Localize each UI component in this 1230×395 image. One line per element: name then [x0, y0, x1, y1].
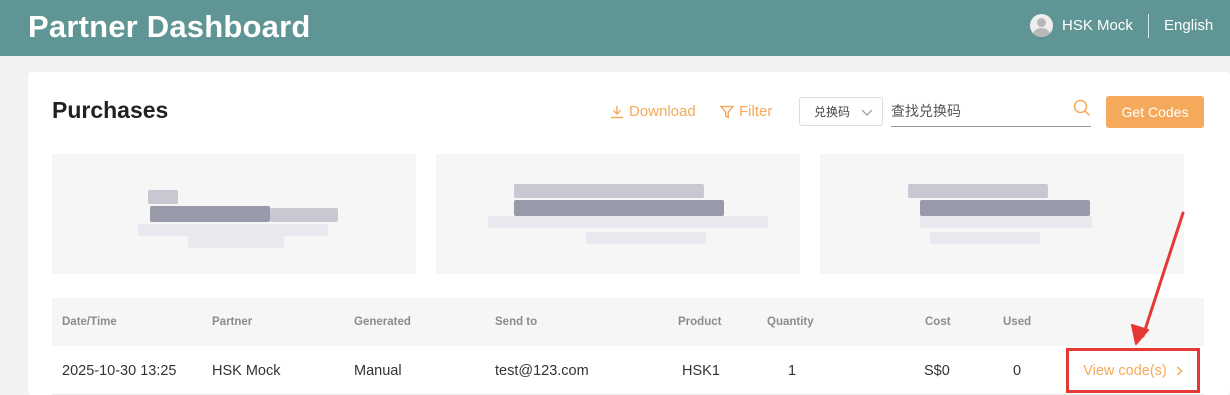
column-header: Partner [212, 316, 253, 328]
redacted-block [930, 232, 1040, 244]
chevron-down-icon [861, 109, 873, 116]
brand-title: Partner Dashboard [28, 9, 311, 44]
page-title: Purchases [52, 97, 169, 123]
stat-card [436, 154, 800, 274]
cell-generated: Manual [354, 363, 402, 379]
cell-send-to: test@123.com [495, 363, 589, 379]
top-bar: Partner Dashboard HSK Mock English [0, 0, 1230, 56]
redacted-block [920, 200, 1090, 216]
get-codes-button[interactable]: Get Codes [1106, 96, 1204, 128]
user-name: HSK Mock [1062, 16, 1133, 34]
cell-cost: S$0 [924, 363, 950, 379]
filter-icon [720, 105, 734, 119]
redacted-block [188, 236, 284, 248]
redacted-block [586, 232, 706, 244]
cell-partner: HSK Mock [212, 363, 281, 379]
view-codes-button[interactable]: View code(s) [1066, 348, 1200, 393]
download-icon [611, 105, 623, 118]
chevron-right-icon [1176, 365, 1183, 376]
column-header: Product [678, 316, 722, 328]
search-type-value: 兑换码 [814, 105, 851, 119]
column-header: Send to [495, 316, 538, 328]
stat-card [52, 154, 416, 274]
purchases-card: Purchases Download Filter 兑换码 Get Codes [28, 72, 1230, 395]
download-button[interactable]: Download [610, 103, 696, 120]
column-header: Cost [925, 316, 951, 328]
language-switch[interactable]: English [1164, 17, 1213, 34]
table-header: Date/Time Partner Generated Send to Prod… [52, 298, 1204, 346]
redacted-block [150, 206, 270, 222]
redacted-block [138, 224, 328, 236]
filter-button[interactable]: Filter [720, 103, 772, 120]
cell-datetime: 2025-10-30 13:25 [62, 363, 177, 379]
redacted-block [908, 184, 1048, 198]
search-input[interactable] [891, 98, 1063, 124]
stat-card [820, 154, 1184, 274]
redacted-block [148, 190, 178, 204]
column-header: Generated [354, 316, 411, 328]
redacted-block [514, 184, 704, 198]
search-field [891, 98, 1091, 127]
redacted-block [514, 200, 724, 216]
column-header: Used [1003, 316, 1032, 328]
cell-product: HSK1 [682, 363, 720, 379]
table-row: 2025-10-30 13:25 HSK Mock Manual test@12… [52, 346, 1204, 395]
search-type-select[interactable]: 兑换码 [799, 97, 883, 126]
column-header: Date/Time [62, 316, 117, 328]
cell-used: 0 [1013, 363, 1022, 379]
avatar-icon [1030, 13, 1053, 37]
view-codes-label: View code(s) [1083, 362, 1167, 379]
redacted-block [488, 216, 768, 228]
user-menu[interactable]: HSK Mock [1030, 13, 1133, 37]
header-divider [1148, 14, 1149, 38]
filter-label: Filter [739, 103, 773, 120]
cell-quantity: 1 [788, 363, 797, 379]
column-header: Quantity [767, 316, 814, 328]
redacted-block [920, 216, 1092, 228]
search-icon[interactable] [1073, 99, 1091, 117]
redacted-block [270, 208, 338, 222]
download-label: Download [629, 103, 696, 120]
